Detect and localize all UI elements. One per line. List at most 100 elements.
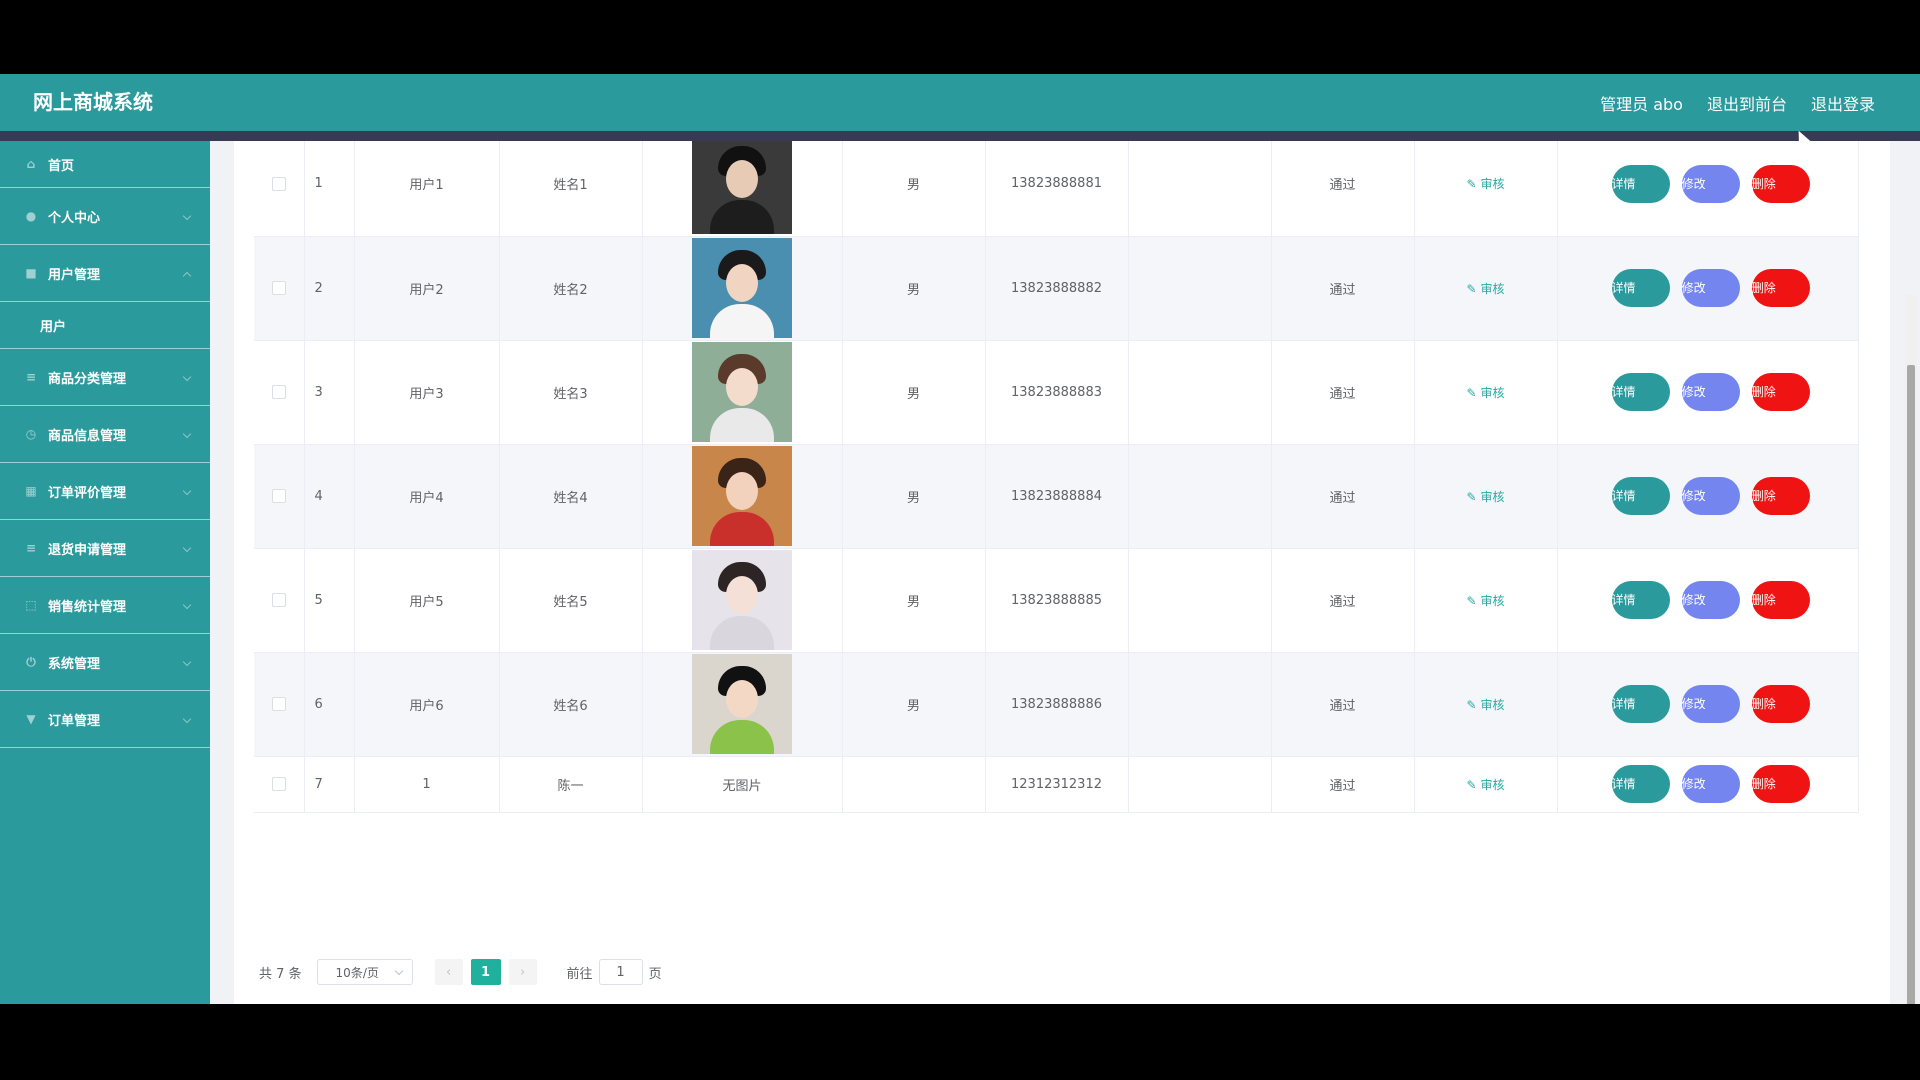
sidebar-item-order-management[interactable]: ▼ 订单管理 bbox=[0, 691, 210, 748]
page-number-current[interactable]: 1 bbox=[470, 959, 501, 985]
photo-cell: 无图片 bbox=[642, 756, 843, 813]
edit-button[interactable]: 修改 bbox=[1681, 164, 1740, 203]
delete-button[interactable]: 删除 bbox=[1751, 685, 1810, 723]
detail-button[interactable]: 详情 bbox=[1611, 373, 1670, 411]
row-checkbox[interactable] bbox=[271, 777, 286, 791]
page-size-select[interactable]: 10条/页 bbox=[316, 959, 413, 985]
sidebar-item-home[interactable]: ⌂ 首页 bbox=[0, 141, 210, 188]
delete-button[interactable]: 删除 bbox=[1751, 164, 1810, 203]
select-cell bbox=[254, 141, 305, 237]
detail-button[interactable]: 详情 bbox=[1611, 685, 1670, 723]
status-cell: 通过 bbox=[1271, 444, 1415, 549]
edit-button[interactable]: 修改 bbox=[1681, 477, 1740, 515]
detail-button[interactable]: 详情 bbox=[1611, 581, 1670, 619]
clock-icon: ◷ bbox=[25, 427, 37, 441]
edit-button[interactable]: 修改 bbox=[1681, 685, 1740, 723]
sidebar-item-label: 首页 bbox=[48, 158, 75, 174]
audit-link[interactable]: ✎ 审核 bbox=[1467, 594, 1505, 608]
chevron-up-icon bbox=[182, 271, 192, 281]
edit-button[interactable]: 修改 bbox=[1681, 269, 1740, 307]
actions-cell: 详情 修改 删除 bbox=[1557, 444, 1859, 549]
sidebar-item-product-management[interactable]: ◷ 商品信息管理 bbox=[0, 406, 210, 463]
audit-link[interactable]: ✎ 审核 bbox=[1467, 177, 1505, 191]
row-checkbox[interactable] bbox=[271, 176, 286, 191]
photo-figure-face bbox=[726, 368, 758, 406]
index-cell: 6 bbox=[304, 652, 355, 757]
sidebar-item-sales-statistics[interactable]: ⬚ 销售统计管理 bbox=[0, 577, 210, 634]
status-cell: 通过 bbox=[1271, 652, 1415, 757]
delete-button[interactable]: 删除 bbox=[1751, 269, 1810, 307]
edit-button[interactable]: 修改 bbox=[1681, 373, 1740, 411]
name-cell: 姓名6 bbox=[499, 652, 643, 757]
detail-button[interactable]: 详情 bbox=[1611, 765, 1670, 803]
sidebar-item-category-management[interactable]: ≡ 商品分类管理 bbox=[0, 349, 210, 406]
name-cell: 姓名4 bbox=[499, 444, 643, 549]
audit-cell: ✎ 审核 bbox=[1414, 652, 1558, 757]
sidebar-item-return-management[interactable]: ≡ 退货申请管理 bbox=[0, 520, 210, 577]
photo-figure-face bbox=[726, 680, 758, 718]
audit-link[interactable]: ✎ 审核 bbox=[1467, 282, 1505, 296]
chevron-down-icon bbox=[182, 657, 192, 667]
page-unit-label: 页 bbox=[648, 966, 662, 982]
top-header: 网上商城系统 管理员 abo 退出到前台 退出登录 bbox=[0, 74, 1920, 131]
detail-button[interactable]: 详情 bbox=[1611, 477, 1670, 515]
page-scrollbar[interactable] bbox=[1905, 295, 1917, 1004]
row-checkbox[interactable] bbox=[271, 593, 286, 607]
select-cell bbox=[254, 236, 305, 341]
goto-page-input[interactable] bbox=[598, 959, 643, 985]
chevron-down-icon bbox=[182, 372, 192, 382]
detail-button[interactable]: 详情 bbox=[1611, 164, 1670, 203]
sidebar-item-personal-center[interactable]: ● 个人中心 bbox=[0, 188, 210, 245]
list-icon: ≡ bbox=[25, 370, 37, 384]
phone-cell: 13823888881 bbox=[985, 141, 1129, 237]
status-cell: 通过 bbox=[1271, 340, 1415, 445]
empty-cell bbox=[1128, 236, 1272, 341]
actions-cell: 详情 修改 删除 bbox=[1557, 652, 1859, 757]
detail-button[interactable]: 详情 bbox=[1611, 269, 1670, 307]
scrollbar-thumb[interactable] bbox=[1907, 365, 1915, 1004]
sidebar-item-review-management[interactable]: ▦ 订单评价管理 bbox=[0, 463, 210, 520]
chart-icon: ⬚ bbox=[25, 598, 37, 612]
status-cell: 通过 bbox=[1271, 141, 1415, 237]
audit-link[interactable]: ✎ 审核 bbox=[1467, 778, 1505, 792]
back-to-front-link[interactable]: 退出到前台 bbox=[1707, 91, 1787, 115]
chevron-down-icon bbox=[182, 543, 192, 553]
sidebar-item-system-management[interactable]: ⏻ 系统管理 bbox=[0, 634, 210, 691]
photo-cell bbox=[642, 444, 843, 549]
row-checkbox[interactable] bbox=[271, 489, 286, 503]
cart-icon: ▼ bbox=[26, 712, 36, 726]
users-table: 1 用户1 姓名1 男 13823888881 通过 ✎ 审核 详情 修改 删除… bbox=[254, 141, 1859, 813]
no-photo-text: 无图片 bbox=[722, 778, 762, 794]
photo-figure-face bbox=[726, 264, 758, 302]
edit-button[interactable]: 修改 bbox=[1681, 765, 1740, 803]
users-icon: ■ bbox=[25, 266, 37, 280]
prev-page-button[interactable]: ‹ bbox=[434, 959, 463, 985]
photo-figure-body bbox=[710, 408, 774, 442]
audit-link[interactable]: ✎ 审核 bbox=[1467, 698, 1505, 712]
sidebar-subitem-users[interactable]: 用户 bbox=[0, 302, 210, 349]
delete-button[interactable]: 删除 bbox=[1751, 581, 1810, 619]
page-size-value: 10条/页 bbox=[335, 965, 379, 980]
sidebar-item-label: 商品信息管理 bbox=[48, 428, 127, 444]
sidebar-item-user-management[interactable]: ■ 用户管理 bbox=[0, 245, 210, 302]
row-checkbox[interactable] bbox=[271, 281, 286, 295]
row-checkbox[interactable] bbox=[271, 385, 286, 399]
delete-button[interactable]: 删除 bbox=[1751, 373, 1810, 411]
edit-pen-icon: ✎ bbox=[1466, 697, 1477, 712]
row-checkbox[interactable] bbox=[271, 697, 286, 711]
goto-label: 前往 bbox=[566, 966, 593, 982]
delete-button[interactable]: 删除 bbox=[1751, 765, 1810, 803]
logout-link[interactable]: 退出登录 bbox=[1811, 91, 1875, 115]
audit-label: 审核 bbox=[1480, 593, 1505, 608]
delete-button[interactable]: 删除 bbox=[1751, 477, 1810, 515]
sidebar-subitem-label: 用户 bbox=[40, 319, 67, 335]
edit-button[interactable]: 修改 bbox=[1681, 581, 1740, 619]
sidebar-item-label: 订单管理 bbox=[48, 713, 101, 729]
main-content: 1 用户1 姓名1 男 13823888881 通过 ✎ 审核 详情 修改 删除… bbox=[234, 141, 1890, 1004]
photo-cell bbox=[642, 236, 843, 341]
account-cell: 用户5 bbox=[354, 548, 500, 653]
user-photo bbox=[692, 238, 792, 338]
audit-link[interactable]: ✎ 审核 bbox=[1467, 490, 1505, 504]
audit-link[interactable]: ✎ 审核 bbox=[1467, 386, 1505, 400]
next-page-button[interactable]: › bbox=[508, 959, 537, 985]
